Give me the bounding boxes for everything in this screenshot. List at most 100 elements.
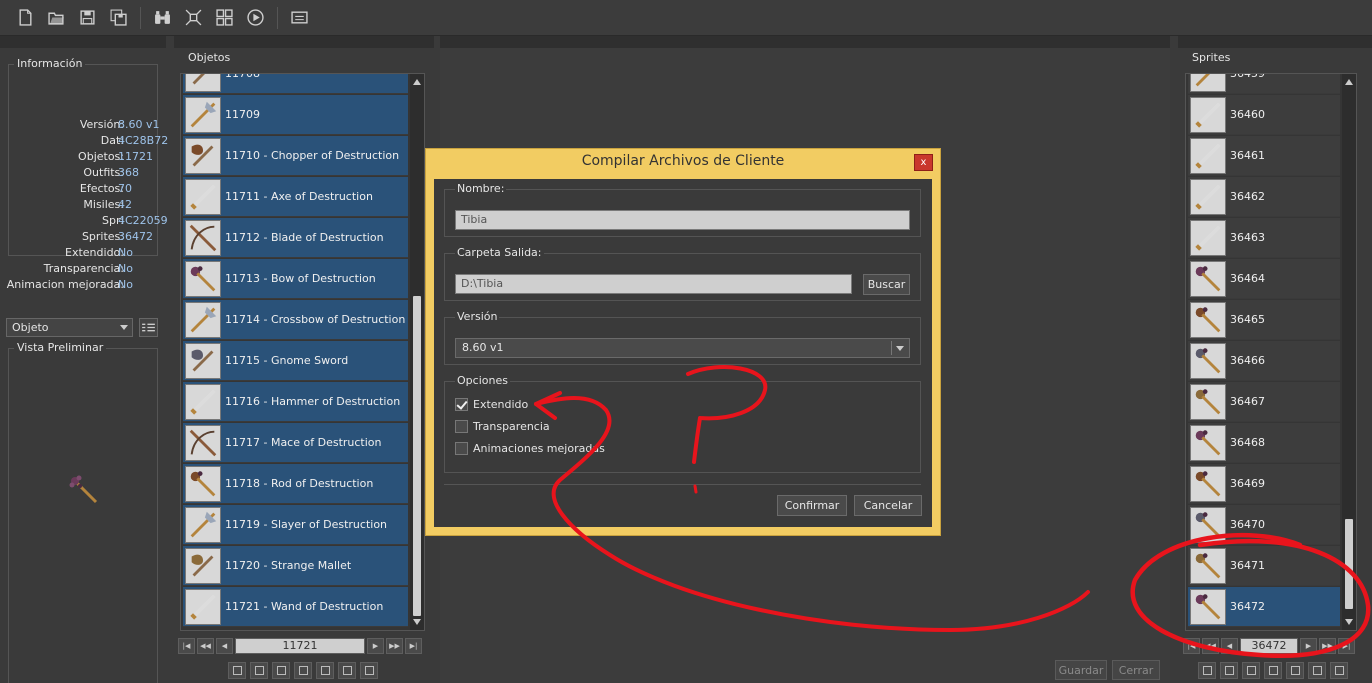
sprite-item[interactable]: 36472 bbox=[1188, 587, 1340, 627]
sprite-label: 36462 bbox=[1230, 190, 1265, 203]
close-button[interactable]: Cerrar bbox=[1112, 660, 1160, 680]
list-item[interactable]: 11716 - Hammer of Destruction bbox=[183, 382, 408, 422]
option-2[interactable]: Animaciones mejoradas bbox=[455, 442, 605, 455]
prev-fast-icon[interactable]: ◀◀ bbox=[197, 638, 214, 654]
scroll-up-icon[interactable] bbox=[413, 79, 421, 85]
sprite-item[interactable]: 36470 bbox=[1188, 505, 1340, 545]
new-icon[interactable] bbox=[1308, 662, 1326, 679]
sprite-item[interactable]: 36471 bbox=[1188, 546, 1340, 586]
sprites-page-field[interactable]: 36472 bbox=[1240, 638, 1298, 654]
sprite-item[interactable]: 36460 bbox=[1188, 95, 1340, 135]
info-row: Animacion mejorada: No bbox=[0, 278, 166, 294]
option-0[interactable]: Extendido bbox=[455, 398, 528, 411]
list-item[interactable]: 11719 - Slayer of Destruction bbox=[183, 505, 408, 545]
open-folder-icon[interactable] bbox=[43, 4, 70, 31]
sprite-item[interactable]: 36461 bbox=[1188, 136, 1340, 176]
new-file-icon[interactable] bbox=[12, 4, 39, 31]
save-button[interactable]: Guardar bbox=[1055, 660, 1107, 680]
save-icon[interactable] bbox=[74, 4, 101, 31]
edit-icon[interactable] bbox=[1264, 662, 1282, 679]
import-icon[interactable] bbox=[1220, 662, 1238, 679]
undo-icon[interactable] bbox=[272, 662, 290, 679]
list-item[interactable]: 11721 - Wand of Destruction bbox=[183, 587, 408, 627]
import-icon[interactable] bbox=[250, 662, 268, 679]
next-fast-icon[interactable]: ▶▶ bbox=[1319, 638, 1336, 654]
list-item[interactable]: 11713 - Bow of Destruction bbox=[183, 259, 408, 299]
binoculars-icon[interactable] bbox=[149, 4, 176, 31]
objects-scrollbar[interactable] bbox=[410, 74, 424, 630]
sprites-scrollbar[interactable] bbox=[1342, 74, 1356, 630]
category-select[interactable]: Objeto bbox=[6, 318, 133, 337]
list-item[interactable]: 11718 - Rod of Destruction bbox=[183, 464, 408, 504]
list-item[interactable]: 11715 - Gnome Sword bbox=[183, 341, 408, 381]
browse-button[interactable]: Buscar bbox=[863, 274, 910, 295]
info-key: Transparencia: bbox=[43, 262, 124, 275]
list-item[interactable]: 11717 - Mace of Destruction bbox=[183, 423, 408, 463]
sprite-item[interactable]: 36459 bbox=[1188, 74, 1340, 94]
first-page-icon[interactable]: |◀ bbox=[1183, 638, 1200, 654]
checkbox-icon[interactable] bbox=[455, 420, 468, 433]
list-item[interactable]: 11714 - Crossbow of Destruction bbox=[183, 300, 408, 340]
undo-icon[interactable] bbox=[1242, 662, 1260, 679]
option-1[interactable]: Transparencia bbox=[455, 420, 550, 433]
first-page-icon[interactable]: |◀ bbox=[178, 638, 195, 654]
letter-icon[interactable] bbox=[286, 4, 313, 31]
cancel-button[interactable]: Cancelar bbox=[854, 495, 922, 516]
last-page-icon[interactable]: ▶| bbox=[405, 638, 422, 654]
sprite-thumbnail bbox=[1190, 260, 1226, 297]
sprite-item[interactable]: 36468 bbox=[1188, 423, 1340, 463]
objects-scroll-thumb[interactable] bbox=[413, 296, 421, 616]
trash-icon[interactable] bbox=[360, 662, 378, 679]
prev-icon[interactable]: ◀ bbox=[216, 638, 233, 654]
fit-icon[interactable] bbox=[180, 4, 207, 31]
duplicate-icon[interactable] bbox=[1286, 662, 1304, 679]
replace-icon[interactable] bbox=[1198, 662, 1216, 679]
duplicate-icon[interactable] bbox=[316, 662, 334, 679]
trash-icon[interactable] bbox=[1330, 662, 1348, 679]
sprite-item[interactable]: 36467 bbox=[1188, 382, 1340, 422]
sprite-item[interactable]: 36465 bbox=[1188, 300, 1340, 340]
list-item[interactable]: 11710 - Chopper of Destruction bbox=[183, 136, 408, 176]
sprite-item[interactable]: 36462 bbox=[1188, 177, 1340, 217]
sprite-icon bbox=[1195, 388, 1221, 414]
sprites-scroll-thumb[interactable] bbox=[1345, 519, 1353, 609]
item-label: 11708 bbox=[225, 73, 260, 80]
edit-icon[interactable] bbox=[294, 662, 312, 679]
objects-page-field[interactable]: 11721 bbox=[235, 638, 365, 654]
item-thumbnail bbox=[185, 301, 221, 338]
sprites-list[interactable]: 36459 36460 36461 36462 36463 36464 36465 36466… bbox=[1185, 73, 1357, 631]
scroll-up-icon[interactable] bbox=[1345, 79, 1353, 85]
info-key: Dat: bbox=[100, 134, 124, 147]
sprite-item[interactable]: 36463 bbox=[1188, 218, 1340, 258]
folder-input[interactable]: D:\Tibia bbox=[455, 274, 852, 294]
list-item[interactable]: 11720 - Strange Mallet bbox=[183, 546, 408, 586]
checkbox-icon[interactable] bbox=[455, 442, 468, 455]
new-icon[interactable] bbox=[338, 662, 356, 679]
sprite-item[interactable]: 36464 bbox=[1188, 259, 1340, 299]
prev-fast-icon[interactable]: ◀◀ bbox=[1202, 638, 1219, 654]
version-select[interactable]: 8.60 v1 bbox=[455, 338, 910, 358]
replace-icon[interactable] bbox=[228, 662, 246, 679]
list-item[interactable]: 11712 - Blade of Destruction bbox=[183, 218, 408, 258]
confirm-button[interactable]: Confirmar bbox=[777, 495, 847, 516]
list-item[interactable]: 11709 bbox=[183, 95, 408, 135]
grid-icon[interactable] bbox=[211, 4, 238, 31]
scroll-down-icon[interactable] bbox=[413, 619, 421, 625]
list-item[interactable]: 11708 bbox=[183, 73, 408, 94]
next-icon[interactable]: ▶ bbox=[367, 638, 384, 654]
next-fast-icon[interactable]: ▶▶ bbox=[386, 638, 403, 654]
save-as-icon[interactable] bbox=[105, 4, 132, 31]
list-view-icon[interactable] bbox=[139, 318, 158, 337]
next-icon[interactable]: ▶ bbox=[1300, 638, 1317, 654]
last-page-icon[interactable]: ▶| bbox=[1338, 638, 1355, 654]
play-icon[interactable] bbox=[242, 4, 269, 31]
prev-icon[interactable]: ◀ bbox=[1221, 638, 1238, 654]
sprite-item[interactable]: 36469 bbox=[1188, 464, 1340, 504]
objects-list[interactable]: 11708 11709 11710 - Chopper of Destruction… bbox=[180, 73, 425, 631]
sprite-item[interactable]: 36466 bbox=[1188, 341, 1340, 381]
checkbox-checked-icon[interactable] bbox=[455, 398, 468, 411]
dialog-close-button[interactable]: x bbox=[914, 154, 933, 171]
list-item[interactable]: 11711 - Axe of Destruction bbox=[183, 177, 408, 217]
scroll-down-icon[interactable] bbox=[1345, 619, 1353, 625]
name-input[interactable]: Tibia bbox=[455, 210, 910, 230]
